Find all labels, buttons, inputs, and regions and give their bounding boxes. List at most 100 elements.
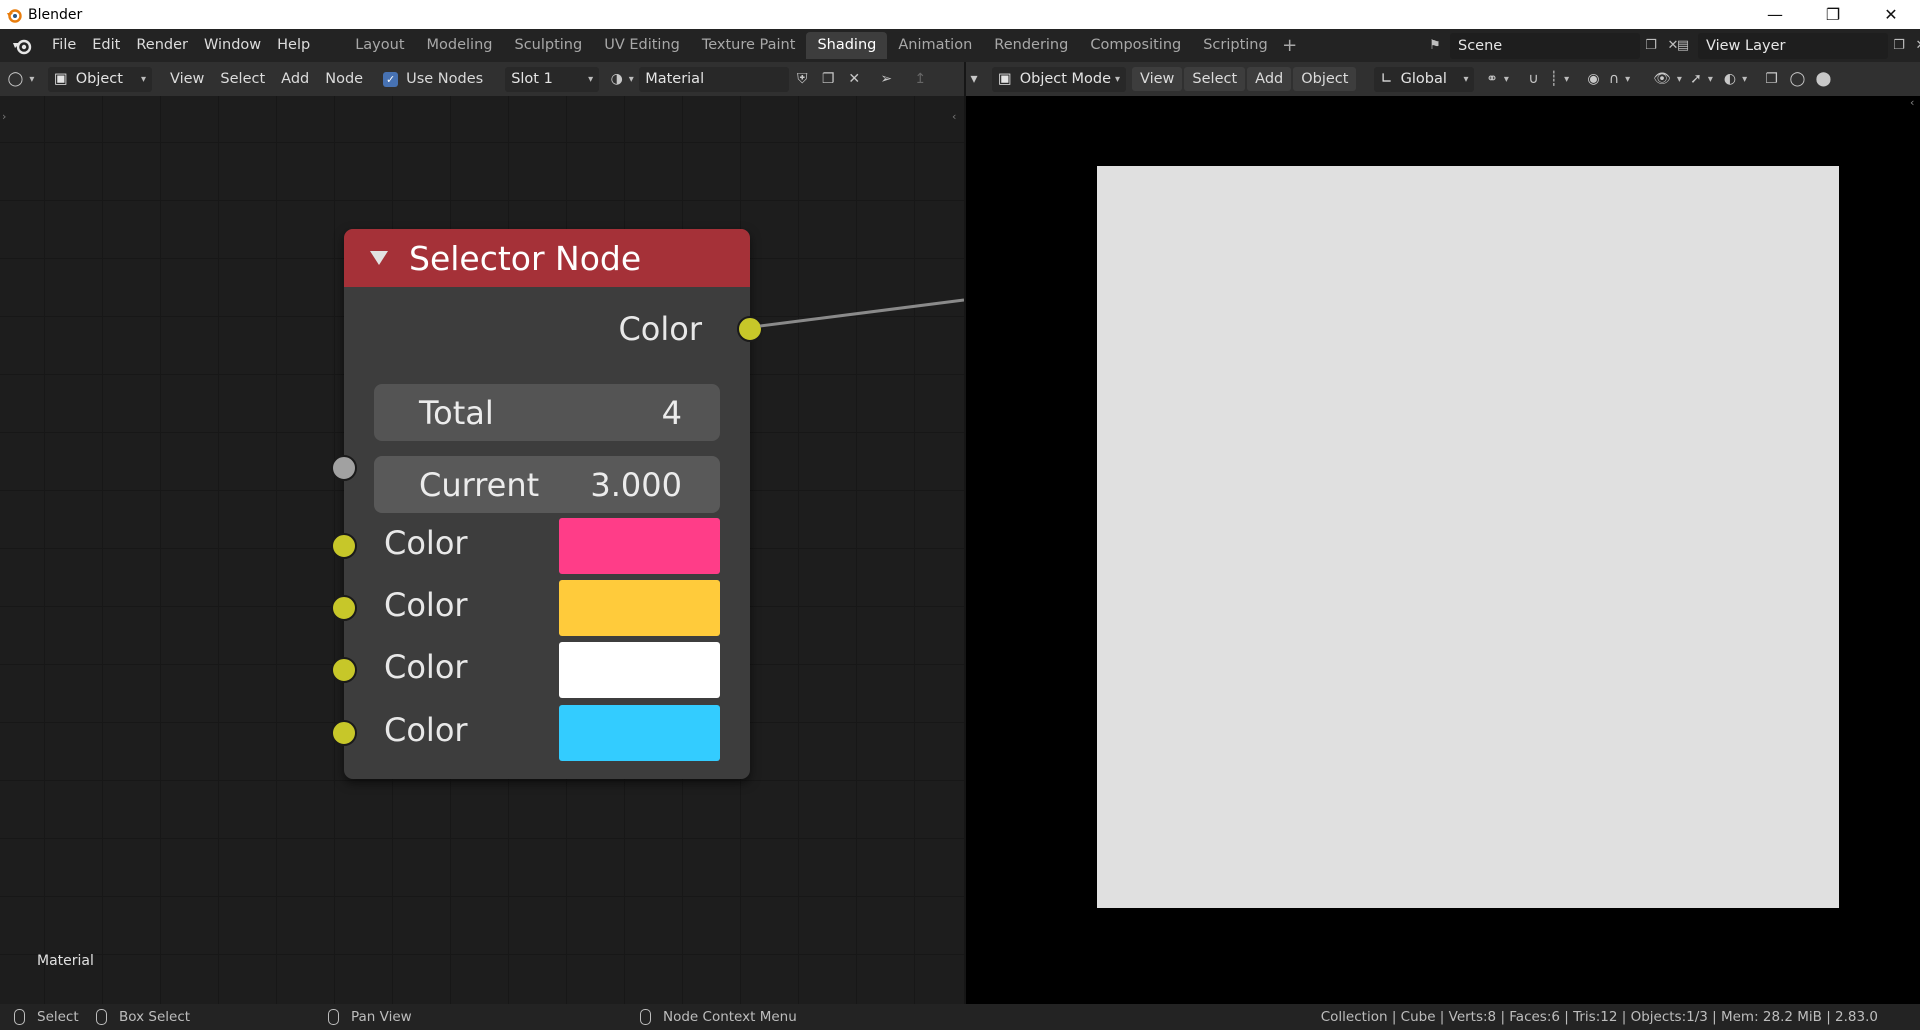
material-name: Material [645, 71, 705, 87]
viewport-3d[interactable]: ‹ [966, 96, 1920, 1004]
solid-shading-icon[interactable]: ⬤ [1810, 67, 1836, 92]
viewport-menu-add[interactable]: Add [1247, 67, 1292, 91]
status-box-select: Box Select [96, 1007, 190, 1027]
window-titlebar: Blender — ❐ ✕ [0, 0, 1920, 29]
new-view-layer-icon[interactable]: ❐ [1888, 35, 1910, 57]
slot-label: Slot 1 [511, 71, 553, 87]
snap-target-icon[interactable]: ┊ ▾ [1546, 67, 1572, 92]
close-icon[interactable]: ✕ [1862, 0, 1920, 29]
node-link[interactable] [760, 296, 964, 356]
gizmo-icon[interactable]: ➚ ▾ [1688, 67, 1714, 92]
visibility-icon[interactable]: 👁 ▾ [1653, 67, 1682, 92]
wireframe-shading-icon[interactable]: ◯ [1784, 67, 1810, 92]
node-menu-select[interactable]: Select [212, 67, 273, 91]
scene-browse-icon[interactable]: ⚑ [1424, 35, 1446, 57]
parent-node-tree-icon[interactable]: ↥ [907, 67, 933, 92]
color-swatch-3[interactable] [559, 642, 720, 698]
color-input-label-2: Color [384, 586, 468, 624]
status-bar: Select Box Select Pan View Node Context … [0, 1004, 1920, 1030]
minimize-icon[interactable]: — [1746, 0, 1804, 29]
fake-user-icon[interactable]: ⛨ [789, 67, 815, 92]
slot-dropdown[interactable]: Slot 1 ▾ [505, 66, 600, 92]
collapse-node-icon[interactable] [370, 251, 388, 265]
viewport-menu-select[interactable]: Select [1184, 67, 1246, 91]
pin-icon[interactable]: ➢ [873, 67, 899, 92]
color-swatch-4[interactable] [559, 705, 720, 761]
snap-icon[interactable]: ∪ [1520, 67, 1546, 92]
menu-help[interactable]: Help [269, 29, 318, 62]
menu-edit[interactable]: Edit [84, 29, 128, 62]
menu-file[interactable]: File [44, 29, 84, 62]
color-input-socket-2[interactable] [331, 595, 357, 621]
total-label: Total [419, 393, 494, 432]
tab-animation[interactable]: Animation [887, 32, 983, 59]
unlink-material-icon[interactable]: ✕ [841, 67, 867, 92]
viewport-menu-view[interactable]: View [1132, 67, 1183, 91]
scene-name-field[interactable]: Scene [1450, 32, 1640, 59]
color-swatch-2[interactable] [559, 580, 720, 636]
xray-icon[interactable]: ❐ [1758, 67, 1784, 92]
color-swatch-1[interactable] [559, 518, 720, 574]
tab-compositing[interactable]: Compositing [1079, 32, 1192, 59]
color-input-socket-4[interactable] [331, 720, 357, 746]
duplicate-material-icon[interactable]: ❐ [815, 67, 841, 92]
object-type-dropdown[interactable]: ▣ Object ▾ [48, 66, 152, 92]
scene-statistics: Collection | Cube | Verts:8 | Faces:6 | … [1320, 1009, 1878, 1025]
current-input-socket[interactable] [331, 455, 357, 481]
new-scene-icon[interactable]: ❐ [1640, 35, 1662, 57]
tab-texture-paint[interactable]: Texture Paint [691, 32, 807, 59]
tab-layout[interactable]: Layout [344, 32, 415, 59]
node-header[interactable]: Selector Node [344, 229, 750, 287]
tab-uv-editing[interactable]: UV Editing [593, 32, 691, 59]
scene-selector: ⚑ Scene ❐ ✕ [1424, 32, 1684, 59]
tab-sculpting[interactable]: Sculpting [503, 32, 593, 59]
material-browse-icon[interactable]: ◑ ▾ [609, 67, 635, 92]
proportional-edit-icon[interactable]: ◉ [1580, 67, 1606, 92]
tab-scripting[interactable]: Scripting [1192, 32, 1278, 59]
total-field[interactable]: Total 4 [374, 384, 720, 441]
view-layer-name: View Layer [1706, 37, 1786, 54]
add-workspace-button[interactable]: + [1279, 35, 1301, 56]
restore-icon[interactable]: ❐ [1804, 0, 1862, 29]
node-tree-context-label: Material [37, 953, 94, 969]
status-context-menu: Node Context Menu [640, 1007, 797, 1027]
node-menu-view[interactable]: View [162, 67, 212, 91]
status-box-select-label: Box Select [119, 1009, 191, 1025]
tab-modeling[interactable]: Modeling [416, 32, 504, 59]
object-type-label: Object [75, 71, 123, 87]
menu-render[interactable]: Render [128, 29, 196, 62]
viewport-sidebar-toggle-icon[interactable]: ‹ [1910, 96, 1914, 109]
mode-dropdown[interactable]: ▣ Object Mode ▾ [992, 66, 1126, 92]
use-nodes-toggle[interactable]: ✓ Use Nodes [383, 71, 483, 87]
status-select-label: Select [37, 1009, 79, 1025]
selector-node[interactable]: Selector Node Color Total 4 Current 3.00… [331, 229, 763, 779]
node-editor-canvas[interactable]: › ‹ Selector Node Color Total 4 Current … [0, 96, 964, 1004]
status-pan-view-label: Pan View [351, 1009, 412, 1025]
node-menu-node[interactable]: Node [317, 67, 371, 91]
tab-rendering[interactable]: Rendering [983, 32, 1079, 59]
status-select: Select [14, 1007, 79, 1027]
material-name-field[interactable]: Material [639, 66, 790, 92]
overlay-icon[interactable]: ◐ ▾ [1722, 67, 1748, 92]
mouse-middle-icon [328, 1009, 339, 1025]
status-pan-view: Pan View [328, 1007, 412, 1027]
pivot-point-icon[interactable]: ⚭ ▾ [1484, 67, 1510, 92]
orientation-dropdown[interactable]: ∟ Global ▾ [1374, 66, 1475, 92]
editor-type-icon[interactable]: ◯ ▾ [8, 67, 35, 92]
falloff-icon[interactable]: ∩ ▾ [1606, 67, 1632, 92]
current-field[interactable]: Current 3.000 [374, 456, 720, 513]
blender-menu-icon[interactable] [10, 34, 34, 58]
viewport-editor-type-icon[interactable]: ▾ [966, 67, 982, 92]
view-layer-field[interactable]: View Layer [1698, 32, 1888, 59]
toolbar-toggle-icon[interactable]: › [2, 110, 6, 123]
tab-shading[interactable]: Shading [806, 32, 888, 59]
color-input-socket-1[interactable] [331, 533, 357, 559]
color-input-label-3: Color [384, 648, 468, 686]
menu-window[interactable]: Window [196, 29, 269, 62]
color-input-socket-3[interactable] [331, 657, 357, 683]
view-layer-browse-icon[interactable]: ▤ [1672, 35, 1694, 57]
viewport-menu-object[interactable]: Object [1293, 67, 1357, 91]
node-menu-add[interactable]: Add [273, 67, 317, 91]
sidebar-toggle-icon[interactable]: ‹ [952, 110, 956, 123]
delete-view-layer-icon[interactable]: ✕ [1910, 35, 1920, 57]
